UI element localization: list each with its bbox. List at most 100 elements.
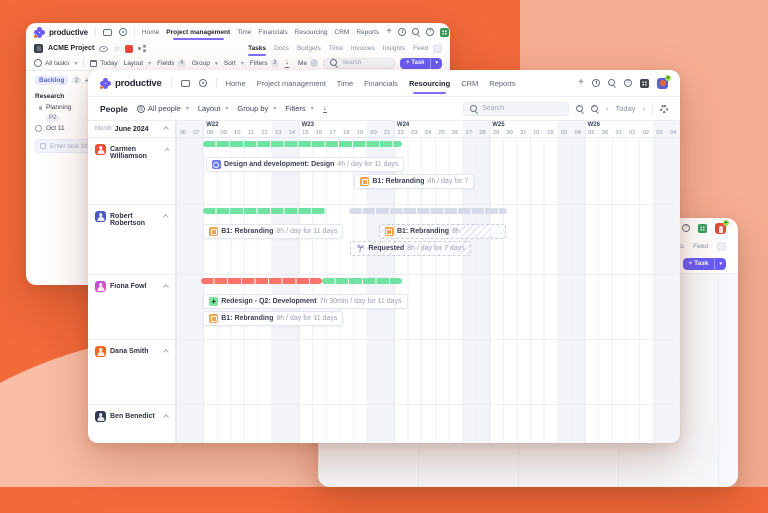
nav-item-financials[interactable]: Financials — [258, 29, 287, 36]
booking-card[interactable]: +Redesign - Q2: Development7h 30min / da… — [203, 294, 407, 309]
group-by-dropdown[interactable]: Group by▾ — [237, 104, 276, 113]
collapse-row-icon[interactable] — [164, 147, 169, 152]
back-search[interactable] — [323, 58, 395, 69]
watch-icon[interactable] — [99, 46, 108, 52]
target-icon[interactable] — [119, 28, 127, 36]
share-icon[interactable] — [138, 45, 145, 52]
search-icon[interactable] — [608, 79, 616, 87]
user-avatar[interactable]: + — [715, 223, 726, 234]
prev-period-button[interactable]: ‹ — [606, 104, 609, 113]
back-header-actions: + ? + — [386, 27, 450, 38]
sort-dropdown[interactable]: Sort▾ — [224, 60, 244, 67]
help-icon[interactable]: ? — [624, 79, 632, 87]
fields-dropdown[interactable]: Fields4 — [157, 60, 186, 67]
people-filter[interactable]: @All people▾ — [137, 104, 189, 113]
collapse-row-icon[interactable] — [164, 214, 169, 219]
collapse-month-icon[interactable] — [163, 126, 169, 132]
add-icon[interactable]: + — [578, 78, 584, 88]
productive-logo[interactable]: productive — [100, 78, 162, 89]
add-task-button[interactable]: + Task▾ — [400, 58, 442, 69]
today-button[interactable]: Today — [90, 60, 117, 67]
productive-logo[interactable]: productive — [34, 27, 88, 38]
display-icon[interactable] — [103, 29, 112, 36]
display-icon[interactable] — [181, 80, 190, 87]
nav-item-project-management[interactable]: Project management — [166, 29, 230, 36]
all-tasks-filter[interactable]: All tasks▾ — [34, 59, 77, 67]
grid-view-icon[interactable] — [717, 242, 726, 251]
project-member-avatar[interactable] — [125, 45, 133, 53]
tab-budgets[interactable]: Budgets — [297, 45, 321, 52]
apps-icon[interactable] — [698, 224, 707, 233]
zoom-in-icon[interactable]: + — [591, 105, 599, 113]
nav-item-reports[interactable]: Reports — [356, 29, 379, 36]
people-search[interactable] — [463, 102, 569, 116]
user-avatar[interactable]: + — [657, 78, 668, 89]
me-filter[interactable]: Me — [298, 59, 318, 67]
tab-invoices[interactable]: Invoices — [351, 45, 375, 52]
apps-icon[interactable] — [640, 79, 649, 88]
nav-item-reports[interactable]: Reports — [489, 79, 515, 88]
nav-item-resourcing[interactable]: Resourcing — [295, 29, 328, 36]
booking-card[interactable]: B1: Rebranding8h / day for 11 days — [203, 224, 343, 239]
booking-card[interactable]: Design and development: Design4h / day f… — [206, 157, 404, 172]
project-icon — [34, 44, 43, 53]
layout-dropdown[interactable]: Layout▾ — [198, 104, 229, 113]
nav-item-time[interactable]: Time — [337, 79, 353, 88]
collapse-row-icon[interactable] — [163, 349, 169, 355]
tab-docs[interactable]: Docs — [274, 45, 289, 52]
nav-item-resourcing[interactable]: Resourcing — [409, 79, 450, 88]
filters-dropdown[interactable]: Filters▾ — [285, 104, 313, 113]
nav-item-financials[interactable]: Financials — [364, 79, 398, 88]
add-task-dropdown[interactable]: ▾ — [714, 258, 726, 270]
booking-card[interactable]: B1: Rebranding4h / day for 7 — [354, 174, 474, 189]
tab-time[interactable]: Time — [329, 45, 343, 52]
filters-dropdown[interactable]: Filters3 — [250, 60, 279, 67]
month-cell[interactable]: Month June 2024 — [88, 121, 176, 137]
grid-view-icon[interactable] — [433, 44, 442, 53]
tab-tasks[interactable]: Tasks — [248, 45, 266, 52]
person-timeline[interactable] — [176, 405, 680, 443]
apps-icon[interactable] — [440, 28, 449, 37]
timer-icon[interactable] — [592, 79, 600, 87]
tab-feed[interactable]: Feed — [693, 243, 708, 250]
people-search-input[interactable] — [482, 105, 562, 112]
today-button[interactable]: Today — [615, 104, 635, 113]
tab-insights[interactable]: Insights — [383, 45, 405, 52]
booking-card[interactable]: Requested8h / day for 7 days — [350, 241, 470, 256]
nav-item-home[interactable]: Home — [142, 29, 159, 36]
collapse-row-icon[interactable] — [163, 414, 169, 420]
nav-item-time[interactable]: Time — [237, 29, 251, 36]
nav-item-home[interactable]: Home — [226, 79, 246, 88]
help-icon[interactable]: ? — [426, 28, 434, 36]
group-dropdown[interactable]: Group▾ — [192, 60, 218, 67]
person-name: Ben Benedict — [110, 411, 155, 420]
person-timeline[interactable] — [176, 340, 680, 404]
target-icon[interactable] — [199, 79, 207, 87]
search-icon[interactable] — [412, 28, 420, 36]
settings-gear-icon[interactable] — [660, 105, 668, 113]
tab-feed[interactable]: Feed — [413, 45, 428, 52]
layout-dropdown[interactable]: Layout▾ — [124, 60, 152, 67]
booking-card[interactable]: B1: Rebranding8h / day for 11 days — [203, 311, 343, 326]
nav-item-project-management[interactable]: Project management — [257, 79, 326, 88]
back-search-input[interactable] — [342, 60, 388, 66]
person-timeline[interactable]: B1: Rebranding8h / day for 11 days B1: Re… — [176, 205, 680, 274]
nav-item-crm[interactable]: CRM — [461, 79, 478, 88]
next-period-button[interactable]: › — [643, 104, 646, 113]
download-icon[interactable]: ↓ — [323, 104, 327, 114]
person-timeline[interactable]: Design and development: Design4h / day f… — [176, 138, 680, 204]
collapse-row-icon[interactable] — [163, 284, 169, 290]
person-timeline[interactable]: +Redesign - Q2: Development7h 30min / da… — [176, 275, 680, 339]
star-icon[interactable]: ☆ — [113, 45, 120, 53]
add-task-dropdown[interactable]: ▾ — [430, 58, 442, 69]
backlog-tag[interactable]: Backlog — [35, 76, 68, 85]
zoom-out-icon[interactable]: − — [576, 105, 584, 113]
download-icon[interactable]: ↓ — [285, 58, 289, 68]
add-icon[interactable]: + — [386, 27, 392, 37]
timer-icon[interactable] — [398, 28, 406, 36]
help-icon[interactable]: ? — [682, 224, 690, 232]
booking-hours: 8h / day for 11 days — [276, 315, 337, 322]
nav-item-crm[interactable]: CRM — [335, 29, 350, 36]
booking-card[interactable]: B1: Rebranding8h — [379, 224, 506, 239]
add-task-button[interactable]: + Task▾ — [683, 258, 726, 270]
